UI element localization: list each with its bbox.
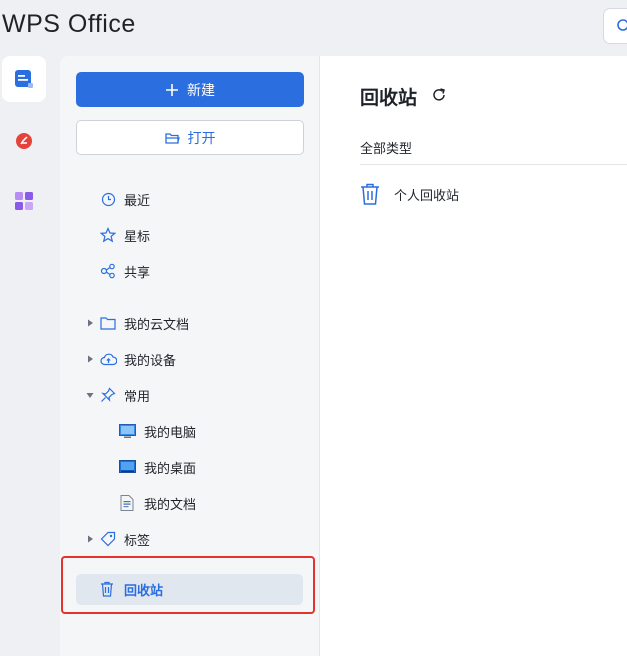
app-logo: WPS Office (2, 10, 136, 38)
sidebar-item-tags[interactable]: 标签 (60, 524, 319, 554)
tag-icon (99, 530, 117, 548)
new-button[interactable]: 新建 (76, 72, 304, 107)
trash-icon (361, 183, 379, 205)
refresh-icon[interactable] (430, 86, 448, 104)
chevron-right-icon[interactable] (86, 319, 94, 327)
search-button[interactable] (603, 8, 627, 44)
sidebar-item-label: 共享 (124, 265, 151, 281)
folder-open-icon (164, 132, 180, 144)
desktop-icon (118, 458, 136, 476)
plus-icon (166, 83, 178, 96)
type-filter[interactable]: 全部类型 (360, 138, 412, 157)
sidebar-item-label: 标签 (124, 533, 151, 549)
sidebar-item-devices[interactable]: 我的设备 (60, 344, 319, 374)
sidebar-item-label: 我的桌面 (144, 461, 197, 477)
sidebar-item-my-computer[interactable]: 我的电脑 (60, 416, 319, 446)
pdf-app-icon (16, 133, 32, 149)
sidebar-item-shared[interactable]: 共享 (60, 256, 319, 286)
new-button-label: 新建 (187, 82, 215, 99)
selection-highlight (61, 556, 315, 614)
sidebar-item-cloud-docs[interactable]: 我的云文档 (60, 308, 319, 338)
pin-icon (99, 386, 117, 404)
star-icon (99, 226, 117, 244)
rail-apps[interactable] (2, 178, 46, 224)
open-button[interactable]: 打开 (76, 120, 304, 155)
rail-documents[interactable] (2, 56, 46, 102)
chevron-down-icon[interactable] (86, 391, 94, 399)
sidebar-item-recent[interactable]: 最近 (60, 184, 319, 214)
sidebar-item-label: 常用 (124, 389, 151, 405)
sidebar-item-label: 最近 (124, 193, 151, 209)
search-icon (617, 19, 627, 31)
cloud-upload-icon (99, 350, 117, 368)
sidebar-item-label: 我的云文档 (124, 317, 190, 333)
sidebar-item-label: 我的电脑 (144, 425, 197, 441)
clock-icon (99, 190, 117, 208)
chevron-right-icon[interactable] (86, 355, 94, 363)
share-icon (99, 262, 117, 280)
sidebar-item-label: 星标 (124, 229, 151, 245)
page-title: 回收站 (360, 87, 418, 109)
computer-icon (118, 422, 136, 440)
open-button-label: 打开 (187, 130, 216, 147)
sidebar-item-label: 我的文档 (144, 497, 197, 513)
sidebar-item-my-desktop[interactable]: 我的桌面 (60, 452, 319, 482)
list-item[interactable]: 个人回收站 (360, 180, 459, 208)
sidebar-item-common[interactable]: 常用 (60, 380, 319, 410)
sidebar-item-my-documents[interactable]: 我的文档 (60, 488, 319, 518)
rail-pdf[interactable] (2, 118, 46, 164)
divider (360, 164, 627, 165)
apps-grid-icon (15, 192, 33, 210)
main-panel: 回收站 全部类型 个人回收站 (320, 56, 627, 656)
folder-icon (99, 314, 117, 332)
document-icon (118, 494, 136, 512)
document-app-icon (15, 70, 33, 88)
list-item-label: 个人回收站 (394, 188, 460, 204)
chevron-right-icon[interactable] (86, 535, 94, 543)
sidebar-item-starred[interactable]: 星标 (60, 220, 319, 250)
sidebar-item-label: 我的设备 (124, 353, 177, 369)
